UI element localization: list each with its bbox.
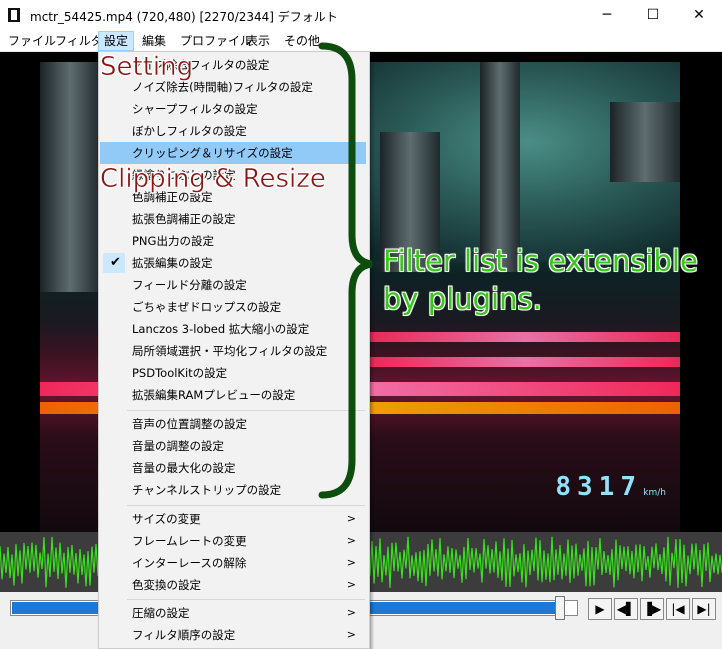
maximize-button[interactable]: ☐ bbox=[630, 0, 676, 31]
speed-unit: km/h bbox=[643, 488, 666, 498]
menu-item-label: クリッピング＆リサイズの設定 bbox=[132, 146, 293, 160]
menu-item-label: ごちゃまぜドロップスの設定 bbox=[132, 300, 282, 314]
prev-frame-button[interactable]: ◀▌ bbox=[614, 598, 638, 620]
menu-item-label: 拡張色調補正の設定 bbox=[132, 212, 236, 226]
checkmark-icon: ✔ bbox=[110, 255, 121, 270]
menu-item-label: フレームレートの変更 bbox=[132, 534, 247, 548]
submenu-arrow-icon: > bbox=[346, 578, 356, 591]
go-end-button[interactable]: ▶| bbox=[692, 598, 716, 620]
title-bar: mctr_54425.mp4 (720,480) [2270/2344] デフォ… bbox=[0, 0, 722, 31]
menu-item-resize[interactable]: サイズの変更 > bbox=[100, 508, 366, 530]
submenu-arrow-icon: > bbox=[346, 556, 356, 569]
annotation-setting: Setting bbox=[100, 52, 194, 83]
annotation-filter-line1: Filter list is extensible bbox=[383, 244, 698, 278]
menu-item-label: フィールド分離の設定 bbox=[132, 278, 247, 292]
go-start-button[interactable]: |◀ bbox=[666, 598, 690, 620]
curly-brace-icon bbox=[318, 42, 373, 499]
video-tower bbox=[480, 62, 520, 272]
menu-item-label: PSDToolKitの設定 bbox=[132, 366, 228, 380]
menu-item-label: インターレースの解除 bbox=[132, 556, 247, 570]
speed-readout: 8317 bbox=[555, 472, 642, 502]
menu-item-filter-order[interactable]: フィルタ順序の設定 > bbox=[100, 624, 366, 646]
menu-edit[interactable]: 編集 bbox=[137, 32, 171, 50]
submenu-arrow-icon: > bbox=[346, 534, 356, 547]
submenu-arrow-icon: > bbox=[346, 628, 356, 641]
menu-item-label: 音声の位置調整の設定 bbox=[132, 417, 247, 431]
menu-item-label: サイズの変更 bbox=[132, 512, 201, 526]
window-title: mctr_54425.mp4 (720,480) [2270/2344] デフォ… bbox=[30, 10, 338, 24]
video-neon-stripe bbox=[370, 357, 680, 367]
play-button[interactable]: ▶ bbox=[588, 598, 612, 620]
video-neon-stripe bbox=[370, 332, 680, 342]
close-button[interactable]: ✕ bbox=[676, 0, 722, 31]
menu-item-color-convert[interactable]: 色変換の設定 > bbox=[100, 574, 366, 596]
seek-thumb[interactable] bbox=[555, 596, 565, 620]
menu-item-label: 局所領域選択・平均化フィルタの設定 bbox=[132, 344, 328, 358]
menu-item-compression[interactable]: 圧縮の設定 > bbox=[100, 602, 366, 624]
menu-item-label: Lanczos 3-lobed 拡大縮小の設定 bbox=[132, 322, 310, 336]
menu-item-label: チャンネルストリップの設定 bbox=[132, 483, 282, 497]
menu-view[interactable]: 表示 bbox=[241, 32, 275, 50]
annotation-clipping-resize: Clipping & Resize bbox=[100, 164, 326, 195]
submenu-arrow-icon: > bbox=[346, 606, 356, 619]
minimize-button[interactable]: ─ bbox=[584, 0, 630, 31]
menu-item-label: 色変換の設定 bbox=[132, 578, 201, 592]
next-frame-button[interactable]: ▐▶ bbox=[640, 598, 664, 620]
menu-item-label: 拡張編集の設定 bbox=[132, 256, 213, 270]
menu-item-deinterlace[interactable]: インターレースの解除 > bbox=[100, 552, 366, 574]
app-icon bbox=[8, 8, 20, 22]
menu-item-label: 音量の最大化の設定 bbox=[132, 461, 236, 475]
menu-item-label: フィルタ順序の設定 bbox=[132, 628, 236, 642]
menu-item-label: 圧縮の設定 bbox=[132, 606, 190, 620]
menu-item-label: ぼかしフィルタの設定 bbox=[132, 124, 247, 138]
menu-item-label: シャープフィルタの設定 bbox=[132, 102, 258, 116]
menu-item-framerate[interactable]: フレームレートの変更 > bbox=[100, 530, 366, 552]
menu-item-label: 拡張編集RAMプレビューの設定 bbox=[132, 388, 296, 402]
menu-settings[interactable]: 設定 bbox=[98, 31, 135, 51]
menu-item-label: 音量の調整の設定 bbox=[132, 439, 224, 453]
annotation-filter-line2: by plugins. bbox=[383, 282, 542, 316]
menu-item-label: PNG出力の設定 bbox=[132, 234, 214, 248]
video-tower bbox=[40, 62, 100, 292]
video-tower bbox=[610, 102, 680, 182]
submenu-arrow-icon: > bbox=[346, 512, 356, 525]
menu-separator bbox=[127, 599, 365, 600]
